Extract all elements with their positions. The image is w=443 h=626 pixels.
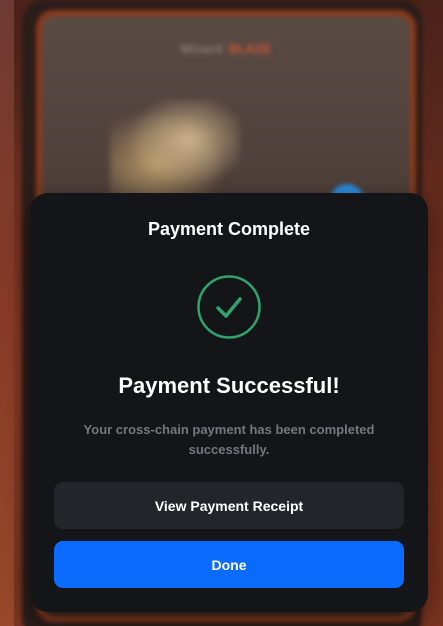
check-circle-icon [197,275,261,339]
background-title-accent: BLAZE [228,42,272,56]
done-button[interactable]: Done [54,541,404,588]
success-message: Your cross-chain payment has been comple… [83,422,375,457]
background-left-edge [0,0,14,626]
background-artwork-image [110,100,240,200]
success-headline: Payment Successful! [118,373,340,398]
payment-complete-modal: Payment Complete Payment Successful! You… [30,193,428,612]
background-title-text: Wizard [180,42,223,56]
background-title: Wizard BLAZE [42,42,410,56]
modal-title: Payment Complete [147,219,311,239]
view-payment-receipt-button[interactable]: View Payment Receipt [54,482,404,529]
